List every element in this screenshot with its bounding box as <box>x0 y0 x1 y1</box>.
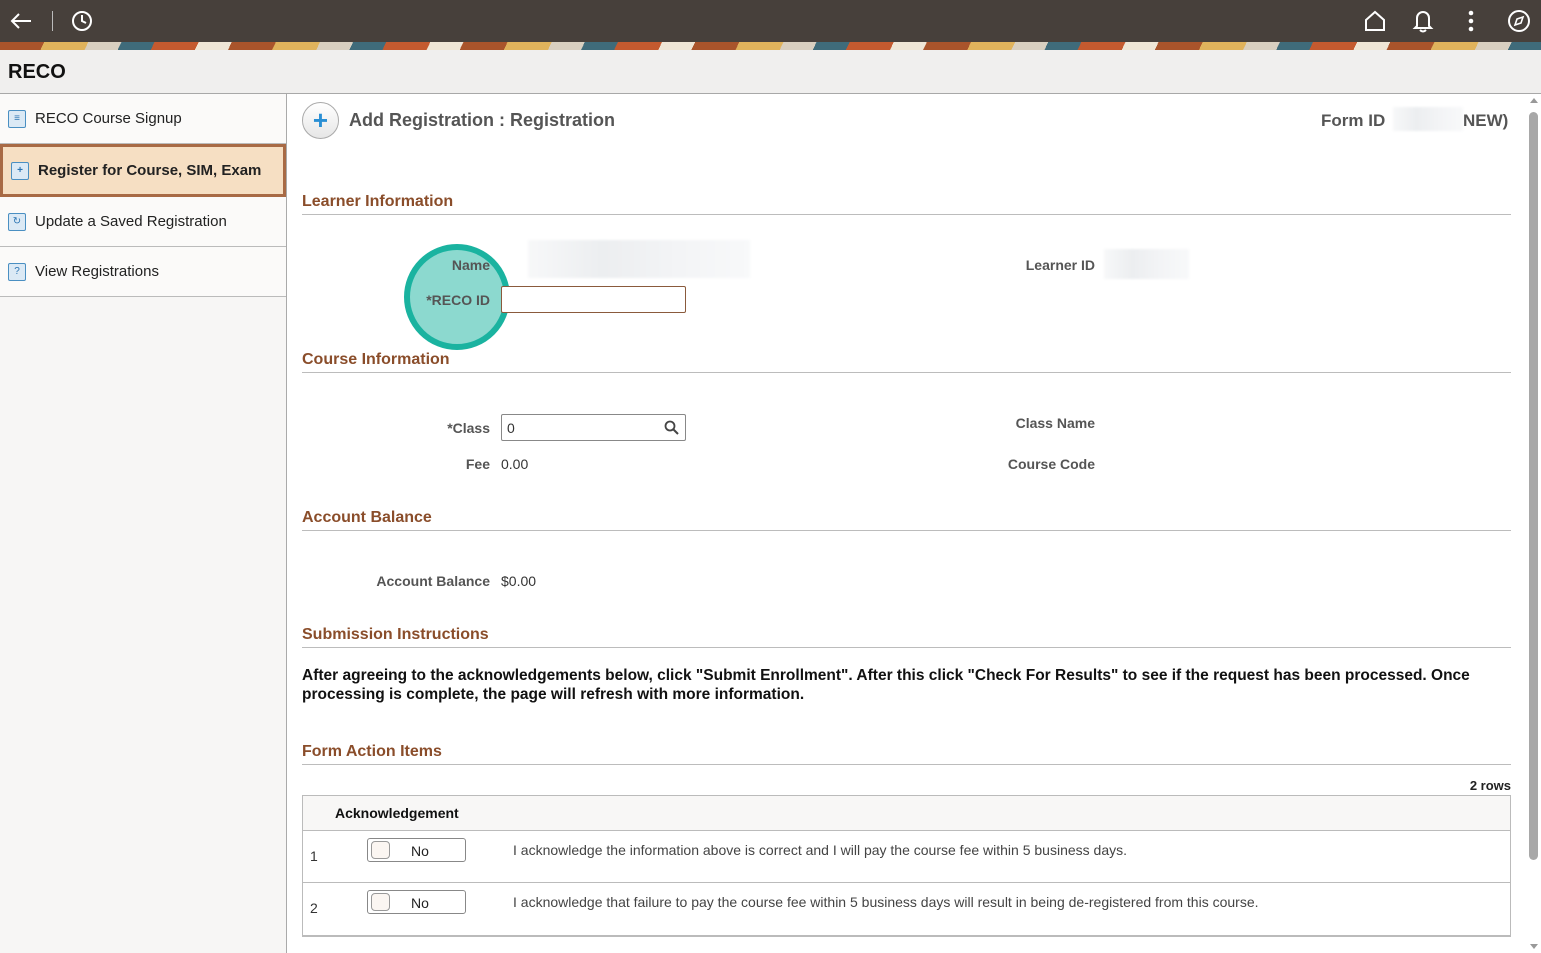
section-learner-information: Learner Information <box>302 193 1511 215</box>
add-icon: + <box>302 102 339 139</box>
column-header-acknowledgement: Acknowledgement <box>303 796 1510 831</box>
acknowledgement-text: I acknowledge that failure to pay the co… <box>513 894 1259 910</box>
acknowledgement-grid: Acknowledgement 1 No I acknowledge the i… <box>302 795 1511 937</box>
course-code-label: Course Code <box>1007 456 1095 472</box>
class-input[interactable]: 0 <box>501 414 686 441</box>
redacted-form-id <box>1393 107 1463 131</box>
form-id-label: Form ID <box>1321 111 1386 130</box>
history-icon[interactable] <box>69 8 95 34</box>
view-document-icon: ? <box>8 262 26 281</box>
submission-instructions-text: After agreeing to the acknowledgements b… <box>302 667 1470 703</box>
account-balance-label: Account Balance <box>376 573 490 589</box>
class-label: *Class <box>447 420 490 436</box>
sidebar-item-view-registrations[interactable]: ? View Registrations <box>0 247 286 297</box>
back-arrow-icon[interactable] <box>8 8 34 34</box>
row-number: 2 <box>310 900 318 916</box>
sidebar-item-label: Register for Course, SIM, Exam <box>38 162 262 179</box>
divider <box>52 11 53 31</box>
section-course-information: Course Information <box>302 351 1511 373</box>
class-name-label: Class Name <box>1015 415 1095 431</box>
section-account-balance: Account Balance <box>302 509 1511 531</box>
sidebar-item-label: RECO Course Signup <box>35 110 182 127</box>
reco-id-label: *RECO ID <box>426 292 490 308</box>
toggle-knob <box>371 841 390 859</box>
account-balance-value: $0.00 <box>501 573 537 589</box>
sidebar-item-update-registration[interactable]: ↻ Update a Saved Registration <box>0 197 286 247</box>
course-list-icon: ≡ <box>8 109 26 128</box>
acknowledgement-text: I acknowledge the information above is c… <box>513 842 1127 858</box>
redacted-name <box>528 240 750 278</box>
sidebar: ≡ RECO Course Signup + Register for Course… <box>0 94 287 953</box>
page-title: Add Registration : Registration <box>349 110 616 130</box>
fee-value: 0.00 <box>501 456 529 472</box>
home-icon[interactable] <box>1362 8 1388 34</box>
add-document-icon: + <box>11 161 29 180</box>
table-row: 2 No I acknowledge that failure to pay t… <box>303 883 1510 935</box>
search-icon[interactable] <box>664 420 679 435</box>
learner-id-label: Learner ID <box>1025 257 1095 273</box>
class-value: 0 <box>507 420 515 436</box>
app-title-bar: RECO <box>0 50 1541 94</box>
toggle-label: No <box>411 895 429 911</box>
more-vertical-icon[interactable] <box>1458 8 1484 34</box>
scrollbar-thumb[interactable] <box>1529 112 1538 860</box>
sidebar-item-label: View Registrations <box>35 263 159 280</box>
update-document-icon: ↻ <box>8 212 26 231</box>
acknowledge-toggle[interactable]: No <box>367 890 466 914</box>
bell-icon[interactable] <box>1410 8 1436 34</box>
row-count: 2 rows <box>1469 778 1511 793</box>
section-form-action-items: Form Action Items <box>302 743 1511 765</box>
sidebar-item-register[interactable]: + Register for Course, SIM, Exam <box>0 144 286 197</box>
sidebar-item-reco-course-signup[interactable]: ≡ RECO Course Signup <box>0 94 286 144</box>
reco-id-input[interactable] <box>501 286 686 313</box>
compass-icon[interactable] <box>1506 8 1532 34</box>
redacted-learner-id <box>1104 249 1189 279</box>
fee-label: Fee <box>465 456 490 472</box>
decorative-banner <box>0 42 1541 50</box>
toggle-knob <box>371 893 390 911</box>
top-bar <box>0 0 1541 42</box>
scroll-up-icon[interactable] <box>1530 98 1538 103</box>
table-row: 1 No I acknowledge the information above… <box>303 831 1510 883</box>
scroll-down-icon[interactable] <box>1530 944 1538 949</box>
toggle-label: No <box>411 843 429 859</box>
row-number: 1 <box>310 848 318 864</box>
acknowledge-toggle[interactable]: No <box>367 838 466 862</box>
section-submission-instructions: Submission Instructions <box>302 626 1511 648</box>
sidebar-item-label: Update a Saved Registration <box>35 213 227 230</box>
form-id-suffix: NEW) <box>1463 111 1509 130</box>
app-title: RECO <box>8 61 66 83</box>
main-content: + Add Registration : Registration Form I… <box>288 94 1528 953</box>
name-label: Name <box>451 257 490 273</box>
